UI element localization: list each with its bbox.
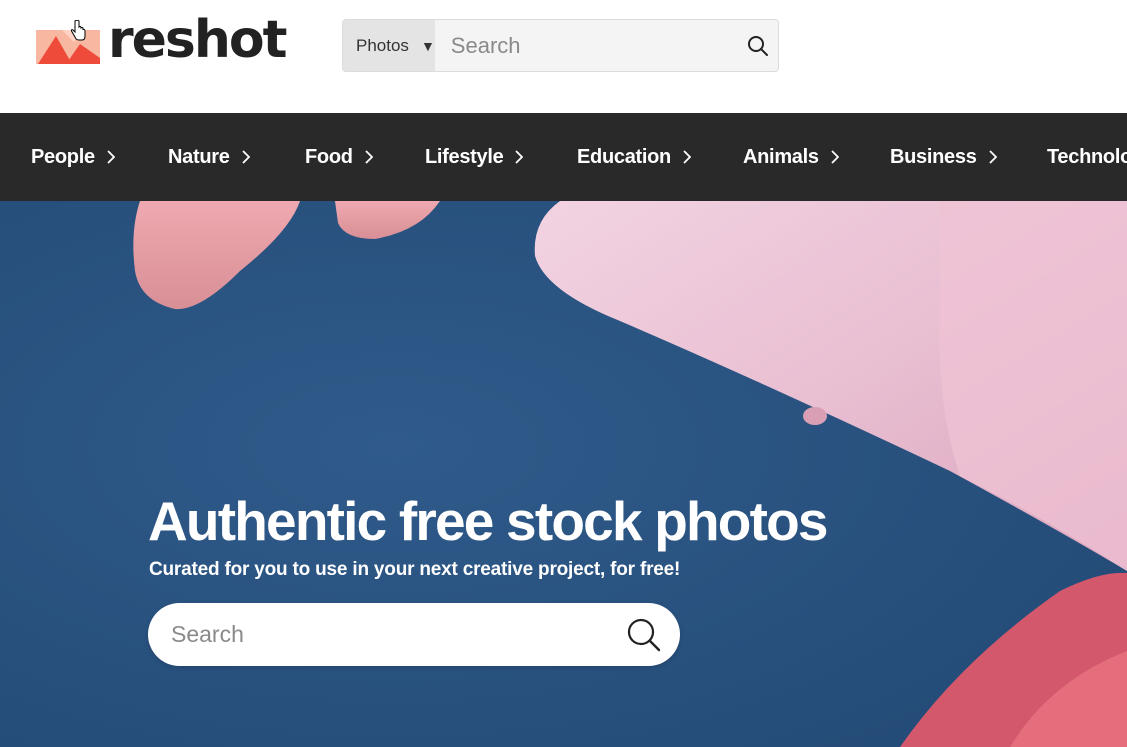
nav-item-label: Food [305,145,353,168]
hero-subtitle: Curated for you to use in your next crea… [149,559,681,580]
search-icon [627,618,661,651]
hero-search-button[interactable] [608,603,680,666]
nav-item-food[interactable]: Food [305,113,373,201]
content-type-select[interactable]: Photos ▼ [343,20,435,71]
chevron-right-icon [988,150,997,164]
content-type-label: Photos [356,35,409,55]
chevron-right-icon [365,150,373,164]
chevron-right-icon [107,150,115,164]
chevron-right-icon [831,150,839,164]
chevron-right-icon [683,150,691,164]
header-search-button[interactable] [739,20,778,71]
nav-item-business[interactable]: Business [890,113,997,201]
category-nav: People Nature Food Lifestyle Education A… [0,113,1127,201]
nav-item-education[interactable]: Education [577,113,691,201]
nav-item-label: Business [890,145,977,168]
logo-mark-icon [36,30,100,64]
nav-item-label: Animals [743,145,819,168]
nav-item-label: Technolo [1047,145,1127,168]
hero-search-input[interactable] [148,621,608,648]
header-search-bar: Photos ▼ [342,19,779,72]
nav-item-animals[interactable]: Animals [743,113,839,201]
nav-item-nature[interactable]: Nature [168,113,250,201]
hand-cursor-icon [70,20,86,41]
nav-item-label: People [31,145,95,168]
nav-item-label: Nature [168,145,230,168]
chevron-right-icon [241,150,250,164]
nav-item-label: Lifestyle [425,145,504,168]
nav-item-lifestyle[interactable]: Lifestyle [425,113,524,201]
caret-down-icon: ▼ [420,37,435,54]
site-header: reshot Photos ▼ [0,0,1127,113]
hero-search-bar [148,603,680,666]
nav-item-people[interactable]: People [31,113,115,201]
nav-item-label: Education [577,145,671,168]
hero-banner: Authentic free stock photos Curated for … [0,201,1127,747]
chevron-right-icon [515,150,524,164]
logo-wordmark: reshot [108,10,287,70]
nav-item-technology[interactable]: Technolo [1047,113,1127,201]
search-icon [748,35,769,56]
header-search-input[interactable] [434,20,739,71]
hero-title: Authentic free stock photos [148,490,829,552]
